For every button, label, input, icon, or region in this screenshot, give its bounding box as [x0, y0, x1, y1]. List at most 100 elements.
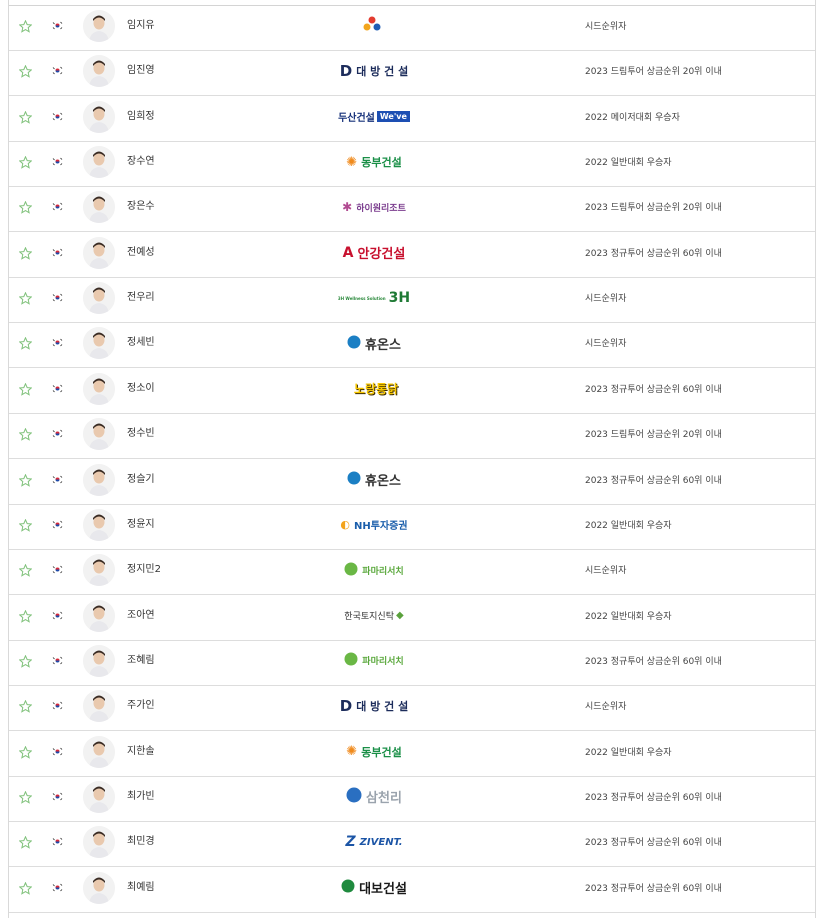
player-avatar[interactable]	[83, 508, 115, 541]
table-row[interactable]: 전예성 A 안강건설 2023 정규투어 상금순위 60위 이내	[9, 232, 815, 278]
table-row[interactable]: 최민경 Z ZIVENT. 2023 정규투어 상금순위 60위 이내	[9, 821, 815, 868]
player-avatar[interactable]	[83, 644, 115, 677]
player-avatar[interactable]	[83, 599, 115, 632]
sponsor-text: 대 방 건 설	[356, 65, 409, 79]
pharma-logo-icon: 파마리서치	[344, 561, 404, 580]
favorite-star-icon[interactable]	[19, 790, 32, 804]
table-row[interactable]: 정수빈 2023 드림투어 상금순위 20위 이내	[9, 413, 815, 460]
player-avatar[interactable]	[83, 55, 115, 88]
player-avatar[interactable]	[83, 146, 115, 179]
daebang-logo-icon: D대 방 건 설	[340, 62, 408, 80]
favorite-star-icon[interactable]	[19, 156, 32, 169]
player-avatar[interactable]	[83, 826, 115, 859]
favorite-star-icon[interactable]	[19, 881, 32, 895]
korea-flag-icon	[52, 519, 63, 529]
korea-flag-icon	[52, 293, 63, 303]
player-avatar[interactable]	[83, 100, 115, 133]
sponsor-logo: 휴온스	[309, 328, 439, 358]
favorite-star-icon[interactable]	[19, 609, 32, 623]
player-avatar[interactable]	[83, 282, 115, 315]
player-name[interactable]: 장수연	[127, 156, 155, 168]
favorite-star-icon[interactable]	[19, 745, 32, 759]
player-name[interactable]: 정슬기	[127, 474, 155, 486]
favorite-star-icon[interactable]	[19, 292, 32, 305]
table-row[interactable]: 정지민2 파마리서치 시드순위자	[9, 549, 815, 596]
player-avatar[interactable]	[83, 372, 115, 405]
favorite-star-icon[interactable]	[19, 428, 32, 441]
table-row[interactable]: 정윤지 ◐ NH투자증권 2022 일반대회 우승자	[9, 504, 815, 550]
table-row[interactable]: 임지유 시드순위자	[9, 5, 815, 51]
table-row[interactable]: 조혜림 파마리서치 2023 정규투어 상금순위 60위 이내	[9, 640, 815, 686]
sun-icon: ✺	[346, 154, 358, 170]
favorite-star-icon[interactable]	[19, 518, 32, 532]
favorite-star-icon[interactable]	[19, 246, 32, 260]
player-name[interactable]: 최예림	[127, 882, 155, 894]
table-row[interactable]: 조아연 한국토지신탁 ◆ 2022 일반대회 우승자	[9, 595, 815, 641]
favorite-star-icon[interactable]	[19, 65, 32, 79]
player-avatar[interactable]	[83, 690, 115, 723]
sponsor-logo	[309, 11, 439, 41]
player-avatar[interactable]	[83, 780, 115, 813]
player-avatar[interactable]	[83, 554, 115, 587]
player-avatar[interactable]	[83, 236, 115, 269]
favorite-star-icon[interactable]	[19, 473, 32, 487]
player-name[interactable]: 최가빈	[127, 791, 155, 803]
player-name[interactable]: 정수빈	[127, 428, 155, 440]
sponsor-logo: 삼천리	[309, 782, 439, 812]
player-name[interactable]: 정지민2	[127, 564, 161, 576]
korea-flag-icon	[52, 383, 63, 393]
table-row[interactable]: 정소이 노랑통닭 2023 정규투어 상금순위 60위 이내	[9, 368, 815, 414]
player-name[interactable]: 최민경	[127, 836, 155, 848]
player-avatar[interactable]	[83, 191, 115, 224]
table-row[interactable]: 장은수 ✱ 하이원리조트 2023 드림투어 상금순위 20위 이내	[9, 186, 815, 233]
korea-flag-icon	[52, 882, 63, 892]
player-avatar[interactable]	[83, 871, 115, 904]
player-avatar[interactable]	[83, 418, 115, 451]
player-name[interactable]: 조혜림	[127, 655, 155, 667]
favorite-star-icon[interactable]	[19, 654, 32, 668]
samchully-symbol-icon	[346, 787, 362, 807]
table-row[interactable]: 최가빈 삼천리 2023 정규투어 상금순위 60위 이내	[9, 776, 815, 822]
player-name[interactable]: 지한솔	[127, 746, 155, 758]
korea-flag-icon	[52, 21, 63, 30]
favorite-star-icon[interactable]	[19, 110, 32, 124]
table-row[interactable]: 최예림 대보건설 2023 정규투어 상금순위 60위 이내	[9, 867, 815, 913]
player-avatar[interactable]	[83, 327, 115, 360]
player-name[interactable]: 임진영	[127, 65, 155, 77]
favorite-star-icon[interactable]	[19, 337, 32, 351]
favorite-star-icon[interactable]	[19, 20, 32, 33]
player-name[interactable]: 전예성	[127, 247, 155, 259]
favorite-star-icon[interactable]	[19, 201, 32, 215]
table-row[interactable]: 정세빈 휴온스 시드순위자	[9, 322, 815, 369]
player-name[interactable]: 장은수	[127, 201, 155, 213]
player-name[interactable]: 조아연	[127, 610, 155, 622]
table-row[interactable]: 주가인 D 대 방 건 설 시드순위자	[9, 685, 815, 732]
player-name[interactable]: 정소이	[127, 383, 155, 395]
table-row[interactable]: 임진영 D 대 방 건 설 2023 드림투어 상금순위 20위 이내	[9, 50, 815, 97]
player-name[interactable]: 주가인	[127, 700, 155, 712]
table-row[interactable]: 임희정 두산건설 We've 2022 메이저대회 우승자	[9, 96, 815, 142]
player-name[interactable]: 정윤지	[127, 519, 155, 531]
player-avatar[interactable]	[83, 463, 115, 496]
huons-logo-icon: 휴온스	[347, 334, 401, 353]
sponsor-text: 삼천리	[366, 791, 402, 807]
table-row[interactable]: 전우리 3H Wellness Solution 3H 시드순위자	[9, 277, 815, 324]
player-name[interactable]: 정세빈	[127, 337, 155, 349]
nolang-logo-icon: 노랑통닭	[350, 380, 398, 397]
player-name[interactable]: 임희정	[127, 111, 155, 123]
favorite-star-icon[interactable]	[19, 700, 32, 713]
favorite-star-icon[interactable]	[19, 564, 32, 577]
table-row[interactable]: 지한솔 ✺ 동부건설 2022 일반대회 우승자	[9, 731, 815, 777]
favorite-star-icon[interactable]	[19, 836, 32, 850]
favorite-star-icon[interactable]	[19, 382, 32, 396]
qualification-text: 2022 일반대회 우승자	[585, 747, 672, 758]
table-row[interactable]: 장수연 ✺ 동부건설 2022 일반대회 우승자	[9, 141, 815, 188]
sponsor-text: 휴온스	[365, 474, 401, 489]
sponsor-text: 대보건설	[359, 882, 407, 898]
player-name[interactable]: 임지유	[127, 20, 155, 32]
qualification-text: 2023 정규투어 상금순위 60위 이내	[585, 384, 722, 395]
player-avatar[interactable]	[83, 10, 115, 42]
player-avatar[interactable]	[83, 735, 115, 768]
table-row[interactable]: 정슬기 휴온스 2023 정규투어 상금순위 60위 이내	[9, 459, 815, 505]
player-name[interactable]: 전우리	[127, 292, 155, 304]
